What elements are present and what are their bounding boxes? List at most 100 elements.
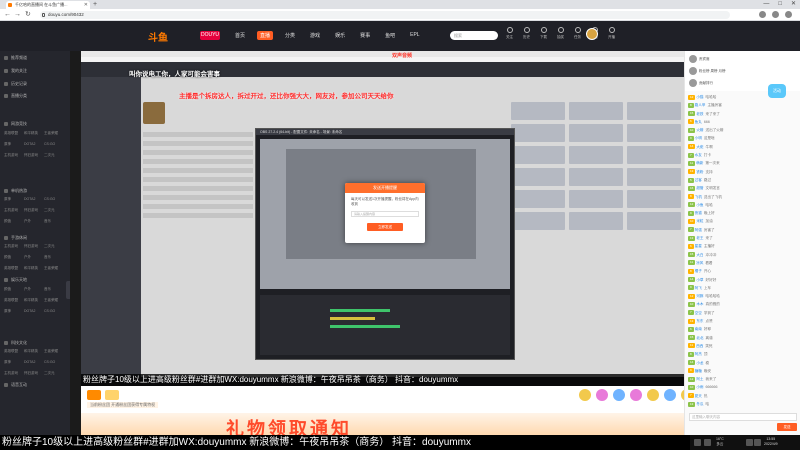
rank-row[interactable]: 粉丝榜 周榜 月榜 [689, 67, 725, 75]
weather-widget[interactable]: 16°C 多云 [716, 437, 724, 447]
user-avatar[interactable] [586, 28, 598, 40]
header-action[interactable]: 关注 [504, 27, 515, 40]
chat-username[interactable]: 路人甲 [695, 103, 706, 107]
chat-username[interactable]: 阿杰 [695, 352, 702, 356]
sidebar-category[interactable]: 王者荣耀 [44, 349, 64, 354]
chat-username[interactable]: 水友 [695, 153, 702, 157]
browser-tab[interactable]: 千亿哈的直播间 在斗鱼广播... ✕ [6, 1, 90, 9]
sidebar-category[interactable]: 原神 [4, 197, 24, 202]
menu-icon[interactable] [785, 11, 792, 18]
nav-item[interactable]: 首页 [232, 31, 248, 40]
taskbar-clock[interactable]: 13:55 2022/4/9 [764, 437, 778, 447]
chat-username[interactable]: 超管 [696, 186, 703, 190]
chat-username[interactable]: 大白 [696, 253, 703, 257]
sidebar-category[interactable]: 王者荣耀 [44, 131, 64, 136]
nav-item[interactable]: 赛事 [357, 31, 373, 40]
sidebar-category[interactable]: 原神 [4, 142, 24, 147]
sidebar-category[interactable]: CS:GO [44, 142, 64, 147]
chat-username[interactable]: 西西 [696, 344, 703, 348]
event-float-badge[interactable]: 活动 [768, 84, 786, 98]
gift-icon[interactable] [630, 389, 642, 401]
chat-username[interactable]: 小猫 [696, 95, 703, 99]
maximize-button[interactable]: □ [778, 0, 782, 9]
header-action[interactable]: 开播 [606, 27, 617, 40]
sidebar-category[interactable]: 二次元 [44, 244, 64, 249]
sidebar-category[interactable]: 原神 [4, 360, 24, 365]
sidebar-category[interactable]: CS:GO [44, 197, 64, 202]
taskbar-icon[interactable] [694, 439, 701, 446]
sidebar-category[interactable]: 户外 [24, 255, 44, 260]
sidebar-category[interactable]: 英雄联盟 [4, 131, 24, 136]
volume-icon[interactable] [754, 439, 761, 446]
chat-username[interactable]: 小明 [695, 136, 702, 140]
header-action[interactable]: 下载 [538, 27, 549, 40]
sidebar-category[interactable]: CS:GO [44, 360, 64, 365]
header-action[interactable]: 任务 [572, 27, 583, 40]
profile-icon[interactable] [772, 11, 779, 18]
sidebar-category[interactable]: DOTA2 [24, 142, 44, 147]
sidebar-category[interactable]: 音乐 [44, 255, 64, 260]
nav-item[interactable]: 直播 [257, 31, 274, 40]
sidebar-category[interactable]: 王者荣耀 [44, 266, 64, 271]
sidebar-category[interactable]: 和平精英 [24, 131, 44, 136]
sidebar-category[interactable]: 主机游戏 [4, 208, 24, 213]
rank-row[interactable]: 贵宾席 [689, 55, 710, 63]
chat-username[interactable]: 凉风 [696, 261, 703, 265]
address-bar[interactable]: douyu.com/90432 [40, 11, 730, 19]
gift-icon[interactable] [105, 390, 119, 400]
tab-close-icon[interactable]: ✕ [84, 1, 88, 9]
sidebar-category[interactable]: 怀旧游戏 [24, 153, 44, 158]
chat-username[interactable]: 阿强 [695, 228, 702, 232]
sidebar-section[interactable]: 手游休闲 [4, 235, 27, 241]
header-action[interactable]: 抽奖 [555, 27, 566, 40]
nav-item[interactable]: 鱼吧 [382, 31, 398, 40]
forward-arrow-icon[interactable]: → [14, 10, 21, 20]
sidebar-section[interactable]: 网游竞技 [4, 121, 27, 127]
sidebar-category[interactable]: 二次元 [44, 371, 64, 376]
search-input[interactable]: 搜索 [450, 31, 498, 40]
sidebar-category[interactable]: 二次元 [44, 153, 64, 158]
sidebar-category[interactable]: 和平精英 [24, 349, 44, 354]
chat-username[interactable]: 萌新 [696, 161, 703, 165]
sidebar-section[interactable]: 推荐频道 [4, 55, 27, 61]
chat-username[interactable]: 北北 [696, 336, 703, 340]
promo-banner[interactable]: 礼物领取通知 [81, 413, 684, 435]
minimize-button[interactable]: — [763, 0, 769, 9]
nav-item[interactable]: 娱乐 [332, 31, 348, 40]
new-tab-button[interactable]: + [93, 0, 97, 9]
sidebar-category[interactable]: 主机游戏 [4, 244, 24, 249]
extension-icon[interactable] [759, 11, 766, 18]
sidebar-section[interactable]: 语音互动 [4, 382, 27, 388]
gift-icon[interactable] [647, 389, 659, 401]
chat-username[interactable]: 糖糖 [695, 369, 702, 373]
taskbar-icon[interactable] [704, 439, 711, 446]
sidebar-category[interactable]: 怀旧游戏 [24, 244, 44, 249]
sidebar-category[interactable]: 原神 [4, 309, 24, 314]
chat-username[interactable]: 火箭 [696, 128, 703, 132]
chat-username[interactable]: 夏天 [695, 394, 702, 398]
dialog-send-button[interactable]: 立即发送 [367, 223, 403, 231]
sidebar-category[interactable]: 怀旧游戏 [24, 371, 44, 376]
chat-username[interactable]: 老铁 [696, 112, 703, 116]
sidebar-category[interactable]: 颜值 [4, 219, 24, 224]
sidebar-category[interactable]: 主机游戏 [4, 371, 24, 376]
reload-icon[interactable]: ↻ [25, 10, 31, 20]
close-window-button[interactable]: ✕ [791, 0, 796, 9]
sidebar-category[interactable]: 英雄联盟 [4, 298, 24, 303]
chat-username[interactable]: 老王 [696, 236, 703, 240]
sidebar-collapse-handle[interactable] [66, 281, 70, 299]
chat-username[interactable]: 南南 [695, 327, 702, 331]
sidebar-section[interactable]: 我的关注 [4, 68, 27, 74]
sidebar-category[interactable]: 和平精英 [24, 266, 44, 271]
sidebar-section[interactable]: 娱乐天地 [4, 277, 27, 283]
video-player[interactable]: OBS 27.2.4 (64-bit) - 配置文件: 未命名 - 场景: 未命… [81, 62, 684, 386]
sidebar-category[interactable]: 颜值 [4, 287, 24, 292]
chat-username[interactable]: 阿飞 [695, 286, 702, 290]
sidebar-category[interactable]: 户外 [24, 287, 44, 292]
chat-username[interactable]: 冬瓜 [696, 402, 703, 406]
chat-username[interactable]: 阿土 [696, 377, 703, 381]
sidebar-category[interactable]: 音乐 [44, 287, 64, 292]
back-arrow-icon[interactable]: ← [4, 10, 11, 20]
chat-username[interactable]: 飞机 [695, 195, 702, 199]
chat-username[interactable]: 大佬 [696, 145, 703, 149]
